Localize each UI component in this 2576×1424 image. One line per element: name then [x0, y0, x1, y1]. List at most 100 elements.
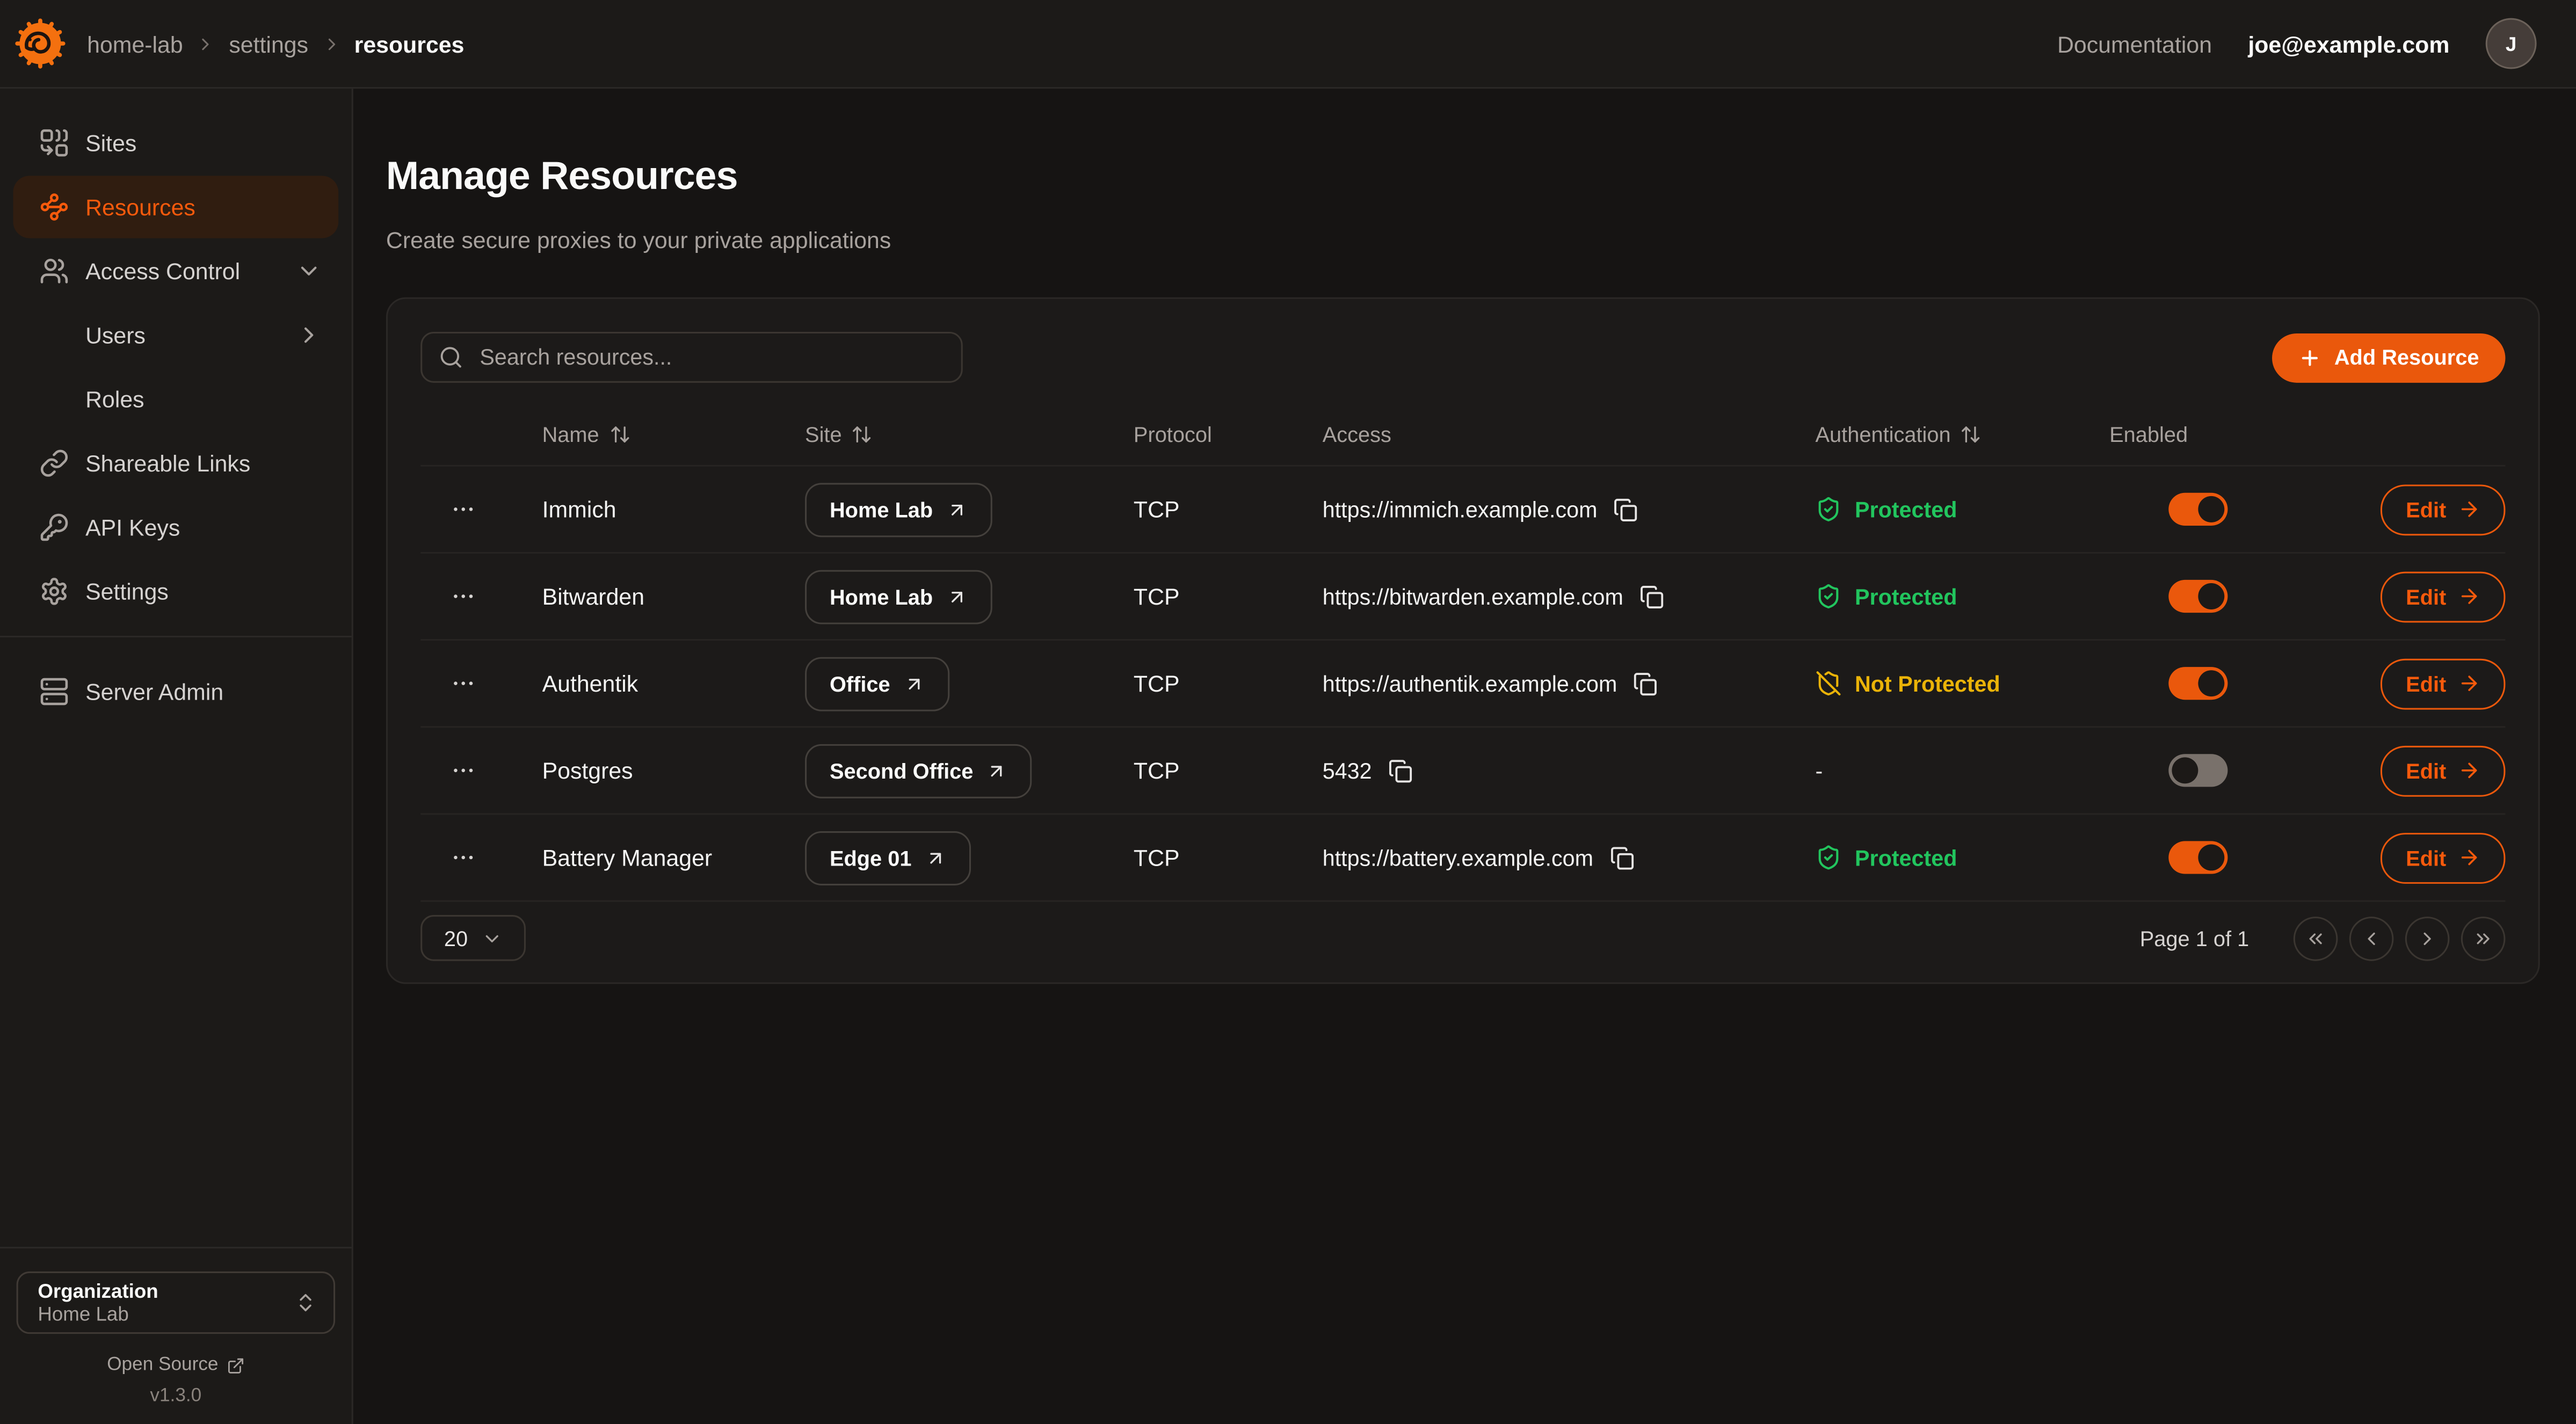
topbar-right: Documentation joe@example.com J — [2057, 18, 2537, 69]
avatar[interactable]: J — [2486, 18, 2537, 69]
main-content: Manage Resources Create secure proxies t… — [353, 89, 2576, 1424]
documentation-link[interactable]: Documentation — [2057, 31, 2212, 57]
sidebar-item-roles[interactable]: Roles — [13, 368, 338, 430]
sites-icon — [39, 128, 69, 158]
auth-status-badge: Protected — [1782, 845, 2086, 871]
sidebar-item-label: Server Admin — [85, 678, 223, 704]
resource-protocol: TCP — [1134, 758, 1323, 784]
user-email[interactable]: joe@example.com — [2248, 31, 2449, 57]
edit-button[interactable]: Edit — [2381, 484, 2505, 535]
sort-icon[interactable] — [852, 423, 873, 445]
site-link-button[interactable]: Second Office — [805, 744, 1032, 798]
table-row: Battery Manager Edge 01 TCP https://batt… — [420, 815, 2505, 902]
breadcrumb-resources[interactable]: resources — [354, 31, 465, 57]
sidebar-item-label: Sites — [85, 130, 136, 156]
header-authentication: Authentication — [1782, 422, 2086, 446]
header-site: Site — [805, 422, 1134, 446]
header-enabled: Enabled — [2086, 422, 2308, 446]
card-toolbar: Add Resource — [420, 332, 2505, 383]
site-link-button[interactable]: Home Lab — [805, 570, 992, 624]
toggle-knob — [2197, 496, 2224, 522]
chevron-right-icon — [196, 34, 216, 54]
arrow-up-right-icon — [903, 673, 925, 694]
copy-button[interactable] — [1610, 845, 1635, 870]
sidebar-item-label: Users — [85, 322, 146, 348]
sidebar-item-label: API Keys — [85, 514, 180, 541]
chevron-down-icon — [481, 927, 503, 949]
open-source-link[interactable]: Open Source — [0, 1355, 352, 1375]
row-menu-button[interactable] — [420, 671, 542, 697]
previous-page-button[interactable] — [2349, 916, 2394, 961]
site-link-button[interactable]: Office — [805, 657, 949, 711]
chevrons-up-down-icon — [294, 1291, 317, 1314]
arrow-up-right-icon — [986, 760, 1008, 781]
table-row: Immich Home Lab TCP https://immich.examp… — [420, 467, 2505, 554]
enabled-toggle[interactable] — [2168, 493, 2227, 526]
sort-icon[interactable] — [1961, 423, 1982, 445]
sidebar-item-settings[interactable]: Settings — [13, 560, 338, 622]
sidebar-item-shareable-links[interactable]: Shareable Links — [13, 432, 338, 495]
arrow-right-icon — [2458, 672, 2481, 695]
breadcrumb-org[interactable]: home-lab — [87, 31, 183, 57]
pangolin-logo[interactable] — [13, 17, 67, 71]
row-menu-button[interactable] — [420, 496, 542, 522]
sidebar-item-resources[interactable]: Resources — [13, 176, 338, 238]
search-input[interactable] — [476, 344, 945, 372]
arrow-right-icon — [2458, 585, 2481, 608]
table-header-row: Name Site Protocol Access Authentication — [420, 403, 2505, 467]
sidebar-item-api-keys[interactable]: API Keys — [13, 496, 338, 558]
table-footer: 20 Page 1 of 1 — [420, 916, 2505, 962]
sidebar-item-sites[interactable]: Sites — [13, 112, 338, 174]
sort-icon[interactable] — [609, 423, 630, 445]
resources-card: Add Resource Name Site P — [386, 297, 2540, 984]
breadcrumb-settings[interactable]: settings — [229, 31, 308, 57]
search-box — [420, 332, 963, 383]
first-page-button[interactable] — [2294, 916, 2338, 961]
enabled-toggle[interactable] — [2168, 841, 2227, 874]
page-size-select[interactable]: 20 — [420, 916, 526, 962]
enabled-toggle[interactable] — [2168, 667, 2227, 700]
shield-check-icon — [1816, 845, 1842, 871]
plus-icon — [2298, 346, 2321, 369]
header-protocol: Protocol — [1134, 422, 1323, 446]
add-resource-button[interactable]: Add Resource — [2272, 333, 2506, 382]
gear-icon — [39, 577, 69, 606]
shield-check-icon — [1816, 496, 1842, 522]
copy-button[interactable] — [1634, 671, 1658, 696]
copy-button[interactable] — [1614, 497, 1638, 522]
sidebar-item-access-control[interactable]: Access Control — [13, 240, 338, 302]
sidebar-item-server-admin[interactable]: Server Admin — [13, 660, 338, 723]
enabled-toggle[interactable] — [2168, 580, 2227, 613]
edit-button[interactable]: Edit — [2381, 571, 2505, 622]
arrow-up-right-icon — [946, 499, 968, 520]
row-menu-button[interactable] — [420, 758, 542, 784]
last-page-button[interactable] — [2461, 916, 2506, 961]
copy-button[interactable] — [1388, 758, 1413, 783]
link-icon — [39, 448, 69, 478]
organization-selector[interactable]: Organization Home Lab — [17, 1272, 336, 1334]
edit-button[interactable]: Edit — [2381, 832, 2505, 883]
auth-status-badge: Not Protected — [1782, 671, 2086, 697]
chevrons-left-icon — [2305, 927, 2326, 949]
row-menu-button[interactable] — [420, 845, 542, 871]
auth-status-badge: - — [1782, 758, 2086, 783]
server-icon — [39, 677, 69, 706]
shield-off-icon — [1816, 671, 1842, 697]
row-menu-button[interactable] — [420, 584, 542, 610]
next-page-button[interactable] — [2405, 916, 2450, 961]
top-bar: home-lab settings resources Documentatio… — [0, 0, 2576, 89]
sidebar-item-label: Resources — [85, 194, 195, 220]
resources-table: Name Site Protocol Access Authentication — [420, 403, 2505, 902]
resource-access-url: https://bitwarden.example.com — [1323, 584, 1623, 609]
enabled-toggle[interactable] — [2168, 754, 2227, 787]
arrow-up-right-icon — [925, 847, 946, 869]
chevron-right-icon — [321, 34, 341, 54]
copy-button[interactable] — [1639, 584, 1664, 609]
site-link-button[interactable]: Home Lab — [805, 482, 992, 536]
site-link-button[interactable]: Edge 01 — [805, 831, 971, 885]
sidebar-item-users[interactable]: Users — [13, 304, 338, 366]
shield-check-icon — [1816, 584, 1842, 610]
edit-button[interactable]: Edit — [2381, 658, 2505, 709]
resource-name: Authentik — [542, 671, 805, 697]
edit-button[interactable]: Edit — [2381, 745, 2505, 796]
